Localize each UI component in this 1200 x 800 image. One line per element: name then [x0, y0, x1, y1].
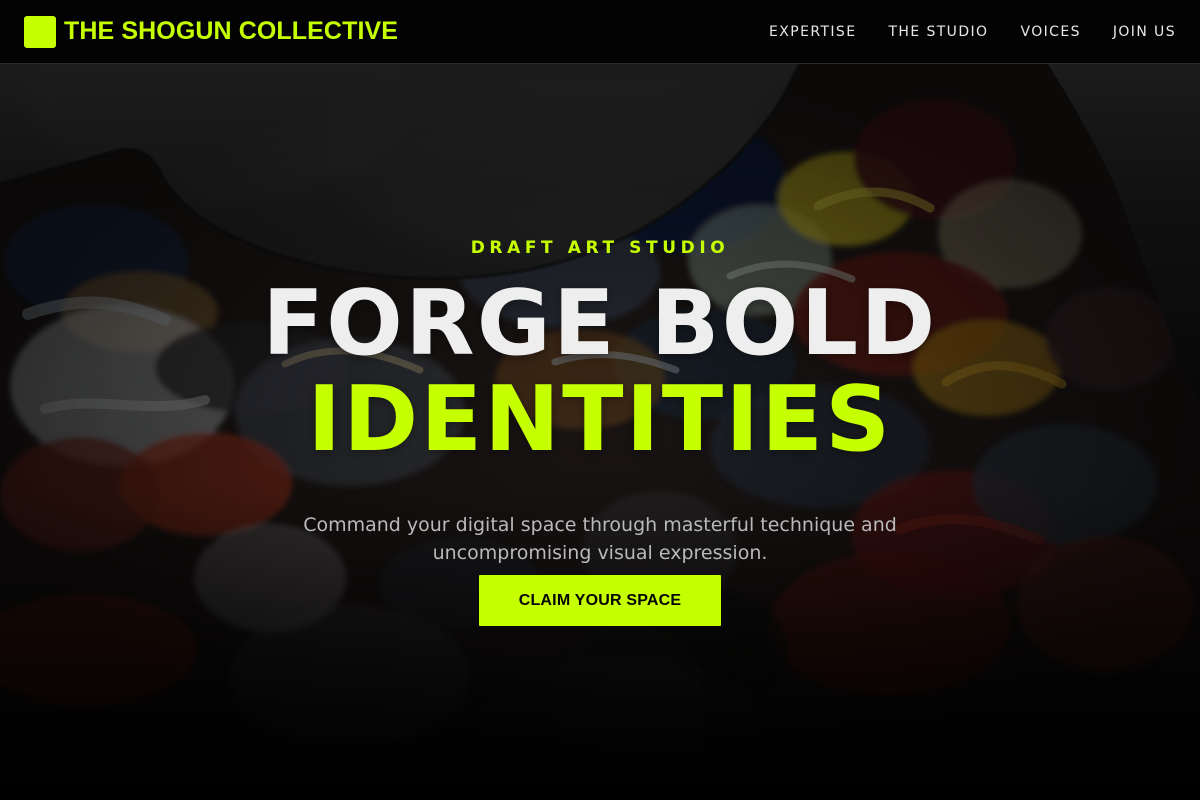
- brand-logo-link[interactable]: THE SHOGUN COLLECTIVE: [24, 15, 398, 48]
- site-header: THE SHOGUN COLLECTIVE EXPERTISE THE STUD…: [0, 0, 1200, 64]
- hero-eyebrow: DRAFT ART STUDIO: [470, 238, 730, 258]
- square-logo-icon: [24, 15, 56, 48]
- hero-headline-line-1: FORGE BOLD: [262, 271, 938, 376]
- nav-link-the-studio[interactable]: THE STUDIO: [888, 24, 988, 40]
- landing-page: THE SHOGUN COLLECTIVE EXPERTISE THE STUD…: [0, 0, 1200, 800]
- nav-link-join-us[interactable]: JOIN US: [1113, 24, 1176, 40]
- hero-subcopy: Command your digital space through maste…: [303, 514, 897, 564]
- hero-headline-line-2: IDENTITIES: [307, 367, 893, 472]
- hero-section: DRAFT ART STUDIO FORGE BOLD IDENTITIES C…: [0, 64, 1200, 800]
- claim-your-space-button[interactable]: CLAIM YOUR SPACE: [479, 575, 721, 626]
- main-navigation: EXPERTISE THE STUDIO VOICES JOIN US: [769, 0, 1200, 64]
- brand-name: THE SHOGUN COLLECTIVE: [64, 17, 399, 45]
- nav-link-expertise[interactable]: EXPERTISE: [769, 24, 856, 40]
- nav-link-voices[interactable]: VOICES: [1020, 24, 1080, 40]
